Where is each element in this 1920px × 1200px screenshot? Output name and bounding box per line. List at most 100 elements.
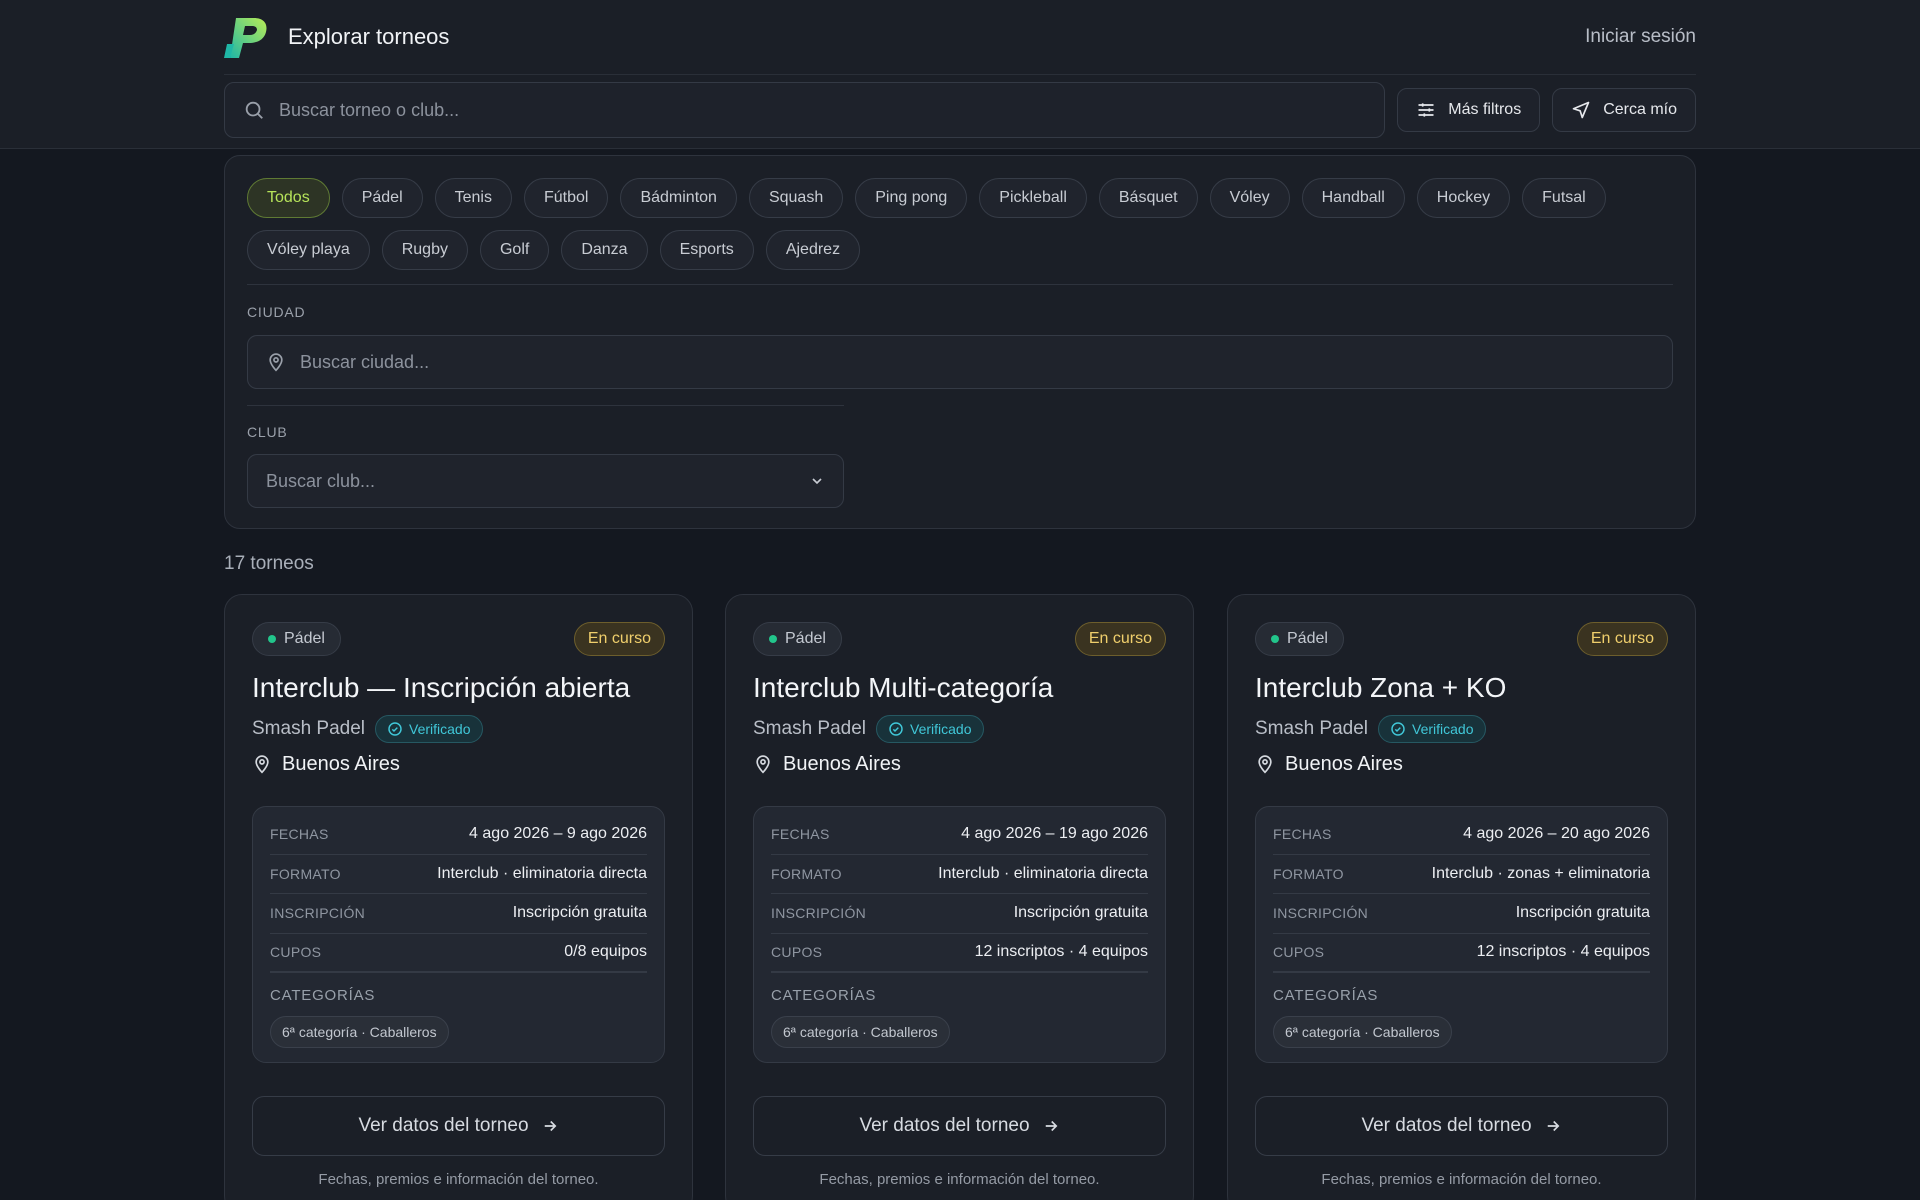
sport-chip[interactable]: Básquet [1098, 178, 1198, 218]
city-row: Buenos Aires [252, 749, 665, 779]
sport-chip[interactable]: Tenis [434, 178, 512, 218]
check-circle-icon [889, 722, 903, 736]
format-label: FORMATO [270, 865, 341, 882]
city-placeholder: Buscar ciudad... [300, 351, 430, 372]
verified-label: Verificado [409, 721, 471, 737]
sport-chip[interactable]: Vóley [1209, 178, 1290, 218]
more-filters-button[interactable]: Más filtros [1397, 88, 1541, 132]
card-body: Pádel En curso Interclub Zona + KO Smash Pa… [1255, 622, 1668, 1188]
registration-value: Inscripción gratuita [1013, 904, 1148, 922]
sport-chip[interactable]: Rugby [381, 230, 468, 270]
tournament-search-input[interactable]: Buscar torneo o club... [224, 82, 1386, 138]
view-tournament-button[interactable]: Ver datos del torneo [753, 1096, 1166, 1156]
sport-chip[interactable]: Todos [247, 178, 330, 218]
navigation-arrow-icon [1572, 101, 1590, 119]
view-tournament-label: Ver datos del torneo [358, 1115, 529, 1136]
format-value: Interclub · zonas + eliminatoria [1431, 864, 1650, 882]
club-row: Smash Padel Verificado [252, 714, 665, 744]
club-label: CLUB [247, 424, 288, 440]
tournament-card: Pádel En curso Interclub — Inscripción abi… [224, 594, 693, 1200]
sport-chip[interactable]: Squash [748, 178, 844, 218]
sport-dot [1271, 635, 1279, 643]
slots-label: CUPOS [270, 944, 322, 961]
slots-label: CUPOS [771, 944, 823, 961]
city-name: Buenos Aires [783, 752, 901, 775]
card-top-row: Pádel En curso [753, 622, 1166, 656]
sport-chip[interactable]: Pickleball [979, 178, 1087, 218]
view-tournament-label: Ver datos del torneo [859, 1115, 1030, 1136]
tournament-title[interactable]: Interclub — Inscripción abierta [252, 672, 665, 704]
city-search-input[interactable]: Buscar ciudad... [247, 335, 1673, 389]
sport-chip[interactable]: Futsal [1522, 178, 1606, 218]
page-title: Explorar torneos [288, 24, 450, 49]
detail-row-registration: INSCRIPCIÓN Inscripción gratuita [270, 894, 647, 934]
card-top-row: Pádel En curso [1255, 622, 1668, 656]
sport-chip[interactable]: Vóley playa [247, 230, 370, 270]
sport-chip[interactable]: Bádminton [620, 178, 737, 218]
city-name: Buenos Aires [282, 752, 400, 775]
detail-row-format: FORMATO Interclub · eliminatoria directa [270, 855, 647, 894]
check-circle-icon [1391, 722, 1405, 736]
search-placeholder: Buscar torneo o club... [279, 99, 460, 120]
dates-label: FECHAS [1273, 826, 1332, 843]
sport-chip[interactable]: Danza [561, 230, 648, 270]
sport-chip[interactable]: Hockey [1416, 178, 1511, 218]
club-name[interactable]: Smash Padel [252, 718, 365, 740]
arrow-right-icon [1547, 1120, 1559, 1132]
card-top-row: Pádel En curso [252, 622, 665, 656]
club-row: Smash Padel Verificado [753, 714, 1166, 744]
sport-badge-label: Pádel [284, 630, 325, 647]
verified-label: Verificado [1412, 721, 1474, 737]
view-tournament-button[interactable]: Ver datos del torneo [1255, 1096, 1668, 1156]
categories-label: CATEGORÍAS [270, 987, 376, 1004]
tournament-title[interactable]: Interclub Multi-categoría [753, 672, 1166, 704]
sport-chip[interactable]: Handball [1301, 178, 1405, 218]
details-box: FECHAS 4 ago 2026 – 19 ago 2026 FORMATO Int… [753, 806, 1166, 1063]
club-row: Smash Padel Verificado [1255, 714, 1668, 744]
near-me-button[interactable]: Cerca mío [1552, 88, 1696, 132]
sport-chip[interactable]: Ajedrez [765, 230, 861, 270]
view-tournament-button[interactable]: Ver datos del torneo [252, 1096, 665, 1156]
top-bar: Explorar torneos Iniciar sesión [224, 0, 1696, 74]
slots-value: 12 inscriptos · 4 equipos [1476, 943, 1650, 961]
detail-row-format: FORMATO Interclub · zonas + eliminatoria [1273, 855, 1650, 894]
club-name[interactable]: Smash Padel [753, 718, 866, 740]
club-name[interactable]: Smash Padel [1255, 718, 1368, 740]
cta-note: Fechas, premios e información del torneo… [1321, 1171, 1602, 1188]
detail-row-slots: CUPOS 12 inscriptos · 4 equipos [1273, 934, 1650, 973]
sport-chip[interactable]: Golf [479, 230, 550, 270]
slots-value: 12 inscriptos · 4 equipos [974, 943, 1148, 961]
category-chip: 6ª categoría · Caballeros [1273, 1016, 1452, 1048]
detail-row-registration: INSCRIPCIÓN Inscripción gratuita [1273, 894, 1650, 934]
city-row: Buenos Aires [753, 749, 1166, 779]
detail-row-registration: INSCRIPCIÓN Inscripción gratuita [771, 894, 1148, 934]
cta-note: Fechas, premios e información del torneo… [318, 1171, 599, 1188]
city-divider [247, 405, 844, 406]
verified-badge: Verificado [876, 715, 984, 743]
sport-badge-label: Pádel [785, 630, 826, 647]
login-link[interactable]: Iniciar sesión [1585, 26, 1696, 48]
status-badge: En curso [1074, 622, 1166, 656]
chevron-down-icon [812, 478, 822, 485]
detail-row-slots: CUPOS 12 inscriptos · 4 equipos [771, 934, 1148, 973]
sport-chip[interactable]: Fútbol [523, 178, 609, 218]
format-label: FORMATO [1273, 865, 1344, 882]
registration-label: INSCRIPCIÓN [771, 905, 867, 922]
sport-chips: Todos Pádel Tenis Fútbol Bádminton Squash Ping… [247, 178, 1667, 270]
dates-label: FECHAS [771, 826, 830, 843]
tournament-title[interactable]: Interclub Zona + KO [1255, 672, 1668, 704]
club-select[interactable]: Buscar club... [247, 454, 844, 508]
verified-badge: Verificado [1378, 715, 1486, 743]
sport-chip[interactable]: Ping pong [855, 178, 968, 218]
status-badge: En curso [573, 622, 665, 656]
dates-value: 4 ago 2026 – 9 ago 2026 [469, 825, 647, 843]
results-count: 17 torneos [224, 553, 314, 574]
app-logo-icon[interactable] [224, 14, 270, 60]
map-pin-icon [1258, 755, 1272, 774]
header-divider [224, 74, 1696, 75]
sport-chip[interactable]: Esports [659, 230, 754, 270]
sport-chip[interactable]: Pádel [341, 178, 423, 218]
filters-panel: Todos Pádel Tenis Fútbol Bádminton Squash Ping… [224, 155, 1696, 529]
format-value: Interclub · eliminatoria directa [938, 864, 1148, 882]
verified-badge: Verificado [375, 715, 483, 743]
